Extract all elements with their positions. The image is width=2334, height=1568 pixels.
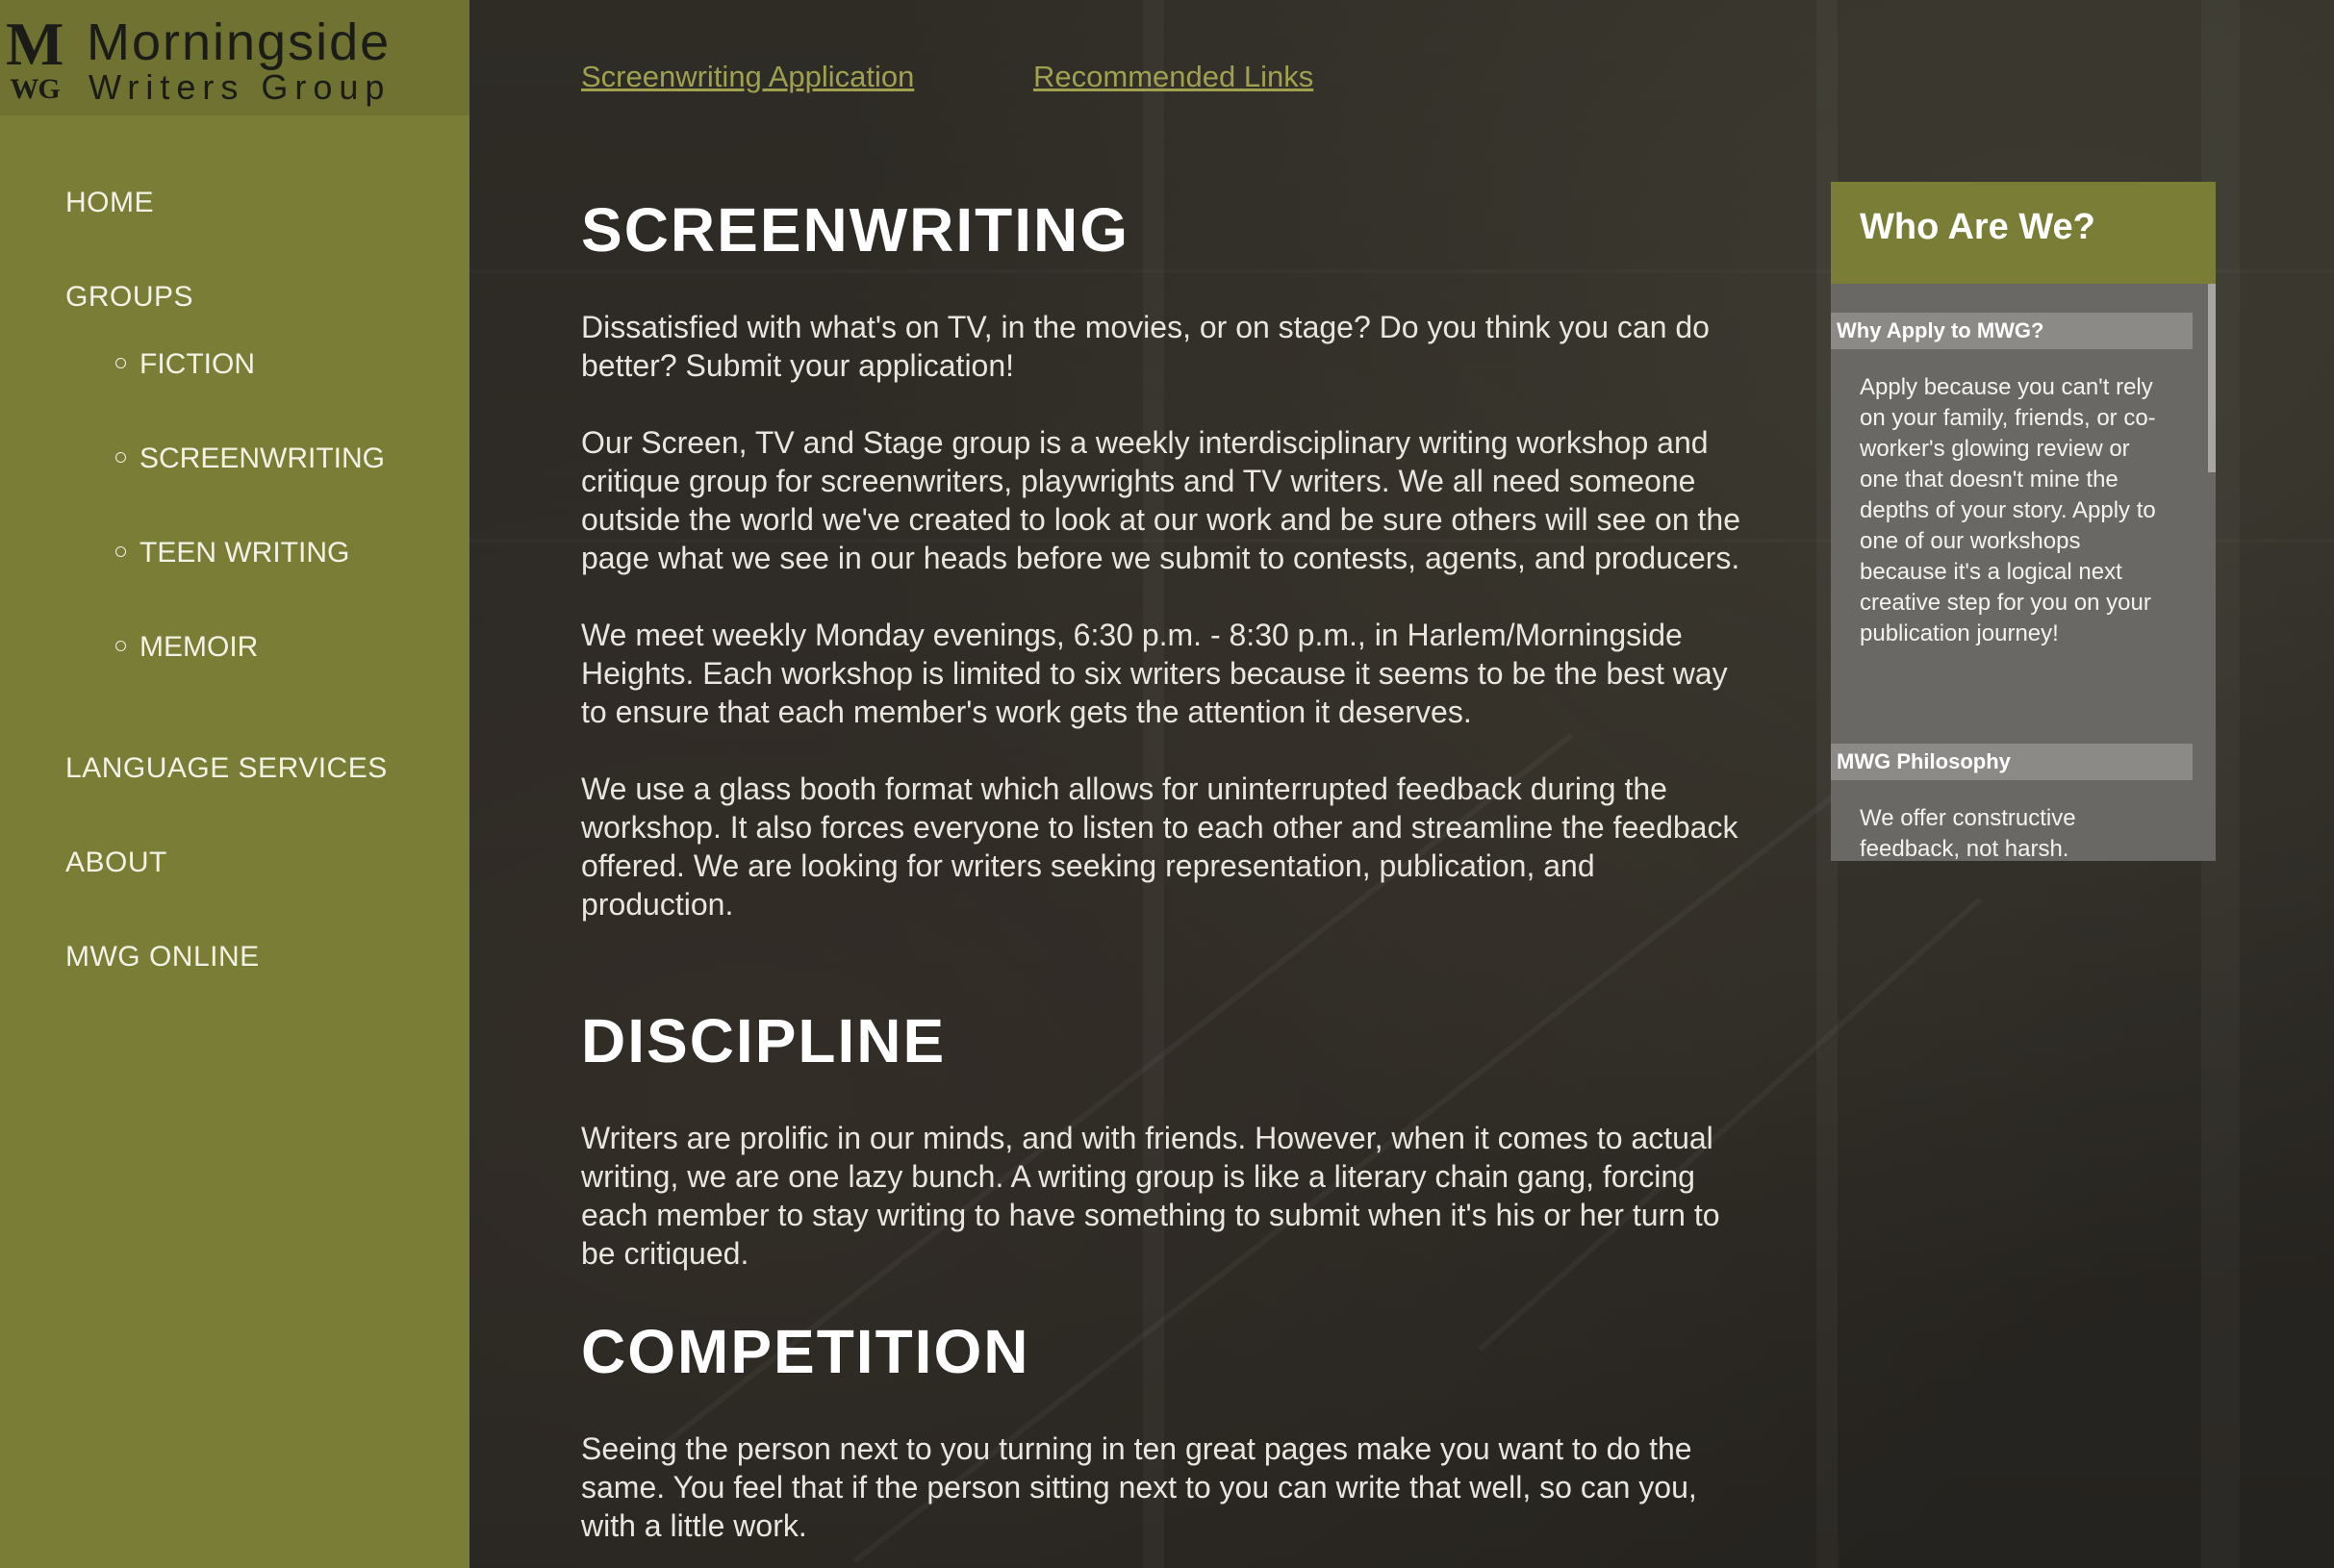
nav-item-mwg-online[interactable]: MWG ONLINE: [65, 941, 260, 974]
scrollbar-thumb[interactable]: [2208, 284, 2216, 472]
nav-subitem-label: TEEN WRITING: [140, 537, 350, 569]
group-description-paragraph: Our Screen, TV and Stage group is a week…: [581, 425, 1740, 575]
accordion-heading-why-apply[interactable]: Why Apply to MWG?: [1831, 313, 2193, 349]
logo-title: Morningside: [87, 13, 392, 71]
sidebar: M WG Morningside Writers Group HOME GROU…: [0, 0, 469, 1568]
bullet-icon: [115, 545, 126, 557]
nav-subitem-fiction[interactable]: FICTION: [115, 348, 255, 381]
bullet-icon: [115, 640, 126, 651]
widget-header: Who Are We?: [1831, 182, 2216, 284]
nav-subitem-screenwriting[interactable]: SCREENWRITING: [115, 443, 385, 475]
logo-subtitle: Writers Group: [89, 67, 392, 107]
widget-scrollbar[interactable]: [2208, 284, 2216, 861]
bullet-icon: [115, 357, 126, 368]
screenwriting-application-link[interactable]: Screenwriting Application: [581, 60, 914, 94]
heading-competition: COMPETITION: [581, 1317, 1030, 1386]
format-paragraph: We use a glass booth format which allows…: [581, 771, 1738, 922]
widget-title: Who Are We?: [1860, 207, 2095, 247]
discipline-paragraph: Writers are prolific in our minds, and w…: [581, 1121, 1720, 1271]
nav-subitem-label: MEMOIR: [140, 631, 259, 663]
nav-item-language-services[interactable]: LANGUAGE SERVICES: [65, 752, 388, 785]
nav-subitem-label: FICTION: [140, 348, 255, 380]
heading-screenwriting: SCREENWRITING: [581, 195, 1129, 265]
logo-mark-letter: M: [6, 10, 64, 78]
bullet-icon: [115, 451, 126, 463]
accordion-text-philosophy: We offer constructive feedback, not hars…: [1860, 805, 2076, 861]
widget-scroll-area[interactable]: Why Apply to MWG? Apply because you can'…: [1831, 284, 2216, 861]
intro-paragraph: Dissatisfied with what's on TV, in the m…: [581, 310, 1710, 383]
nav-item-about[interactable]: ABOUT: [65, 847, 167, 879]
accordion-text-why-apply: Apply because you can't rely on your fam…: [1860, 374, 2156, 646]
nav-item-home[interactable]: HOME: [65, 187, 154, 219]
heading-discipline: DISCIPLINE: [581, 1006, 947, 1075]
recommended-links-link[interactable]: Recommended Links: [1033, 60, 1313, 94]
nav-subitem-label: SCREENWRITING: [140, 443, 385, 474]
accordion-heading-philosophy[interactable]: MWG Philosophy: [1831, 744, 2193, 780]
logo-mark-initials: WG: [10, 73, 60, 105]
nav-item-groups[interactable]: GROUPS: [65, 281, 193, 314]
meeting-info-paragraph: We meet weekly Monday evenings, 6:30 p.m…: [581, 618, 1728, 729]
who-are-we-widget: Who Are We? Why Apply to MWG? Apply beca…: [1831, 182, 2216, 861]
logo-mark: M WG: [6, 13, 63, 110]
site-logo[interactable]: M WG Morningside Writers Group: [0, 0, 469, 115]
nav-subitem-memoir[interactable]: MEMOIR: [115, 631, 258, 664]
nav-subitem-teen-writing[interactable]: TEEN WRITING: [115, 537, 349, 569]
competition-paragraph: Seeing the person next to you turning in…: [581, 1431, 1697, 1543]
